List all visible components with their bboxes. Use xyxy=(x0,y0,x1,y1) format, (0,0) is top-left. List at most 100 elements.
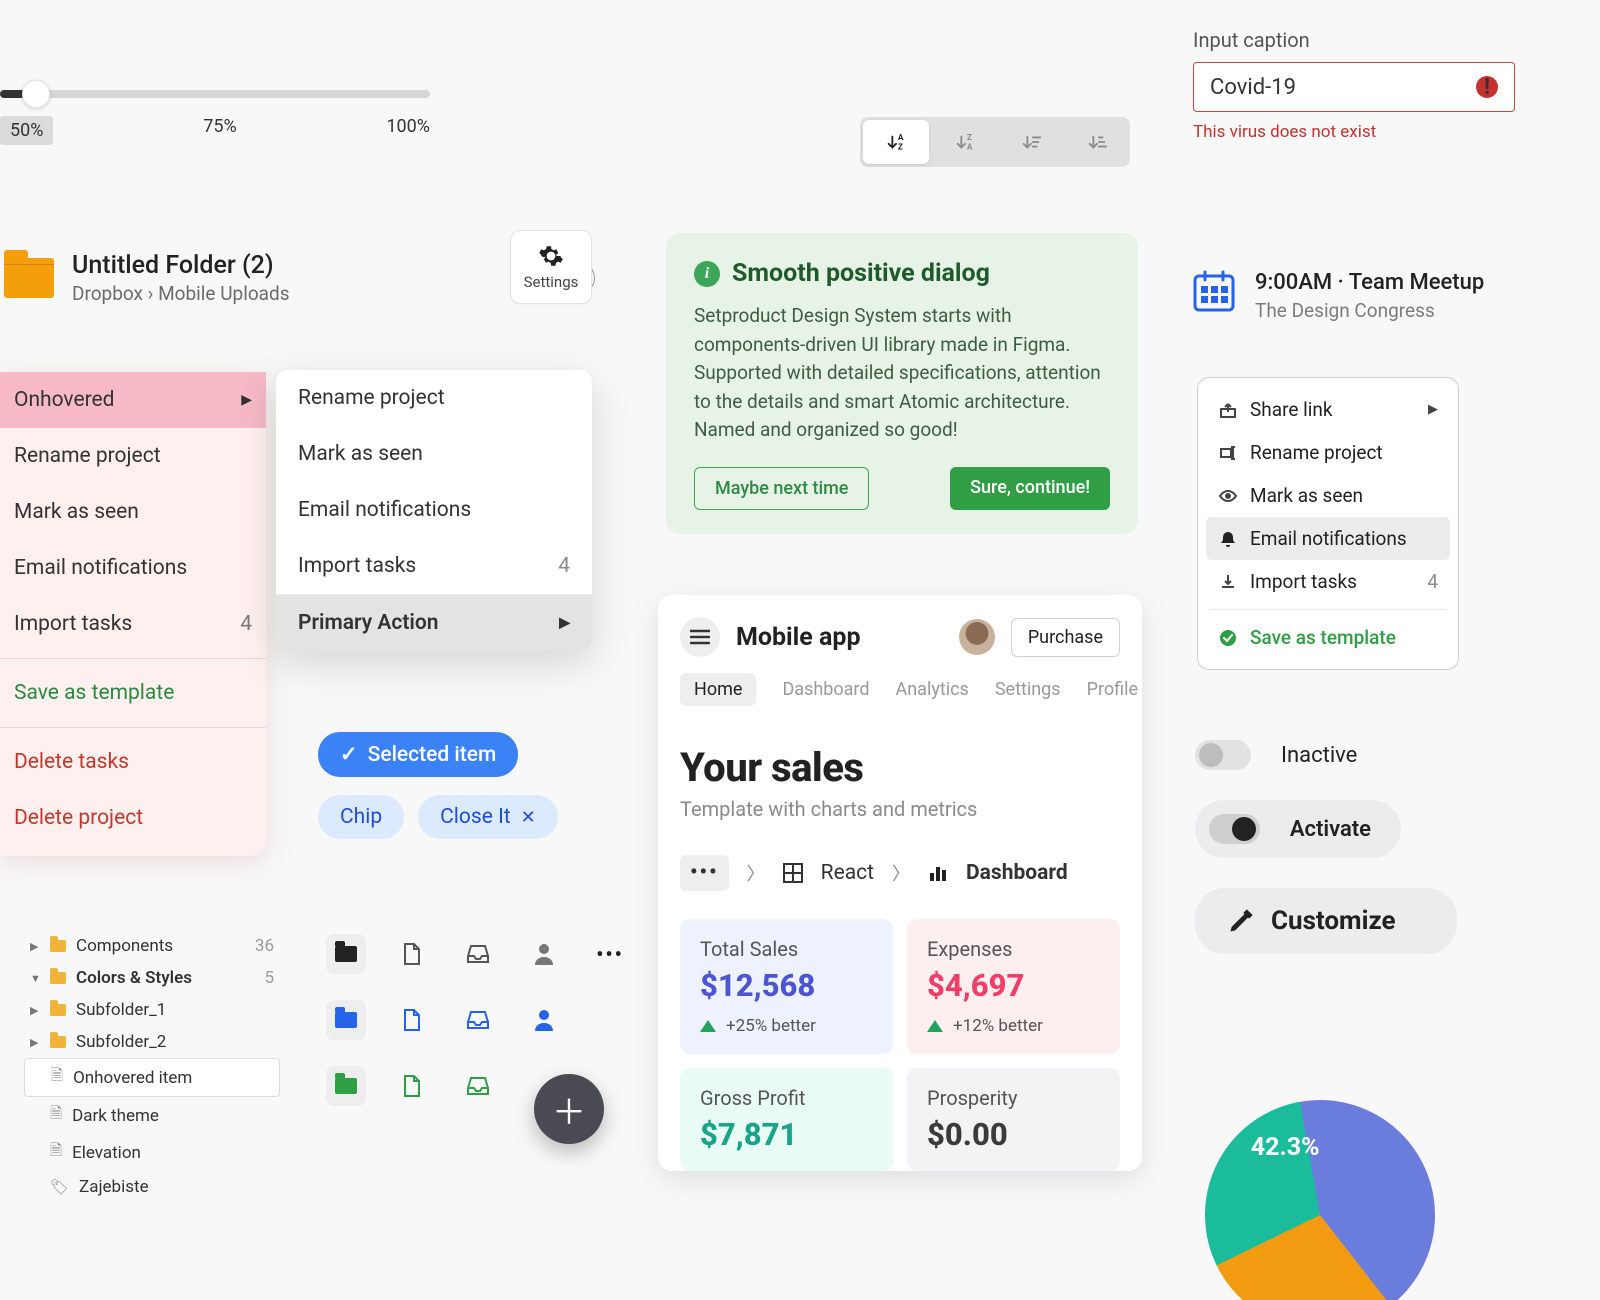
chip-basic[interactable]: Chip xyxy=(318,795,404,839)
text-input[interactable]: Covid-19 ! xyxy=(1193,62,1515,112)
switch-off-icon[interactable] xyxy=(1195,740,1251,770)
close-icon[interactable]: ✕ xyxy=(521,807,536,828)
tree-item-subfolder-2[interactable]: ▶ Subfolder_2 xyxy=(24,1026,280,1058)
menu-item-delete-project[interactable]: Delete project xyxy=(0,790,266,846)
sort-za-desc-button[interactable]: ZA xyxy=(932,117,998,167)
customize-button[interactable]: Customize xyxy=(1195,888,1457,954)
metric-gross-profit[interactable]: Gross Profit $7,871 xyxy=(680,1068,893,1171)
menu-item-primary-action[interactable]: Primary Action ▶ xyxy=(276,595,592,651)
fab-add-button[interactable]: ＋ xyxy=(534,1074,604,1144)
metric-total-sales[interactable]: Total Sales $12,568 +25% better xyxy=(680,919,893,1054)
tree-item-elevation[interactable]: 🗎 Elevation xyxy=(24,1134,280,1171)
avatar[interactable] xyxy=(959,619,995,655)
folder-icon[interactable] xyxy=(326,934,366,974)
menu-item-email[interactable]: Email notifications xyxy=(1206,517,1450,560)
toggle-activate[interactable]: Activate xyxy=(1195,800,1401,858)
tab-settings[interactable]: Settings xyxy=(995,679,1061,700)
menu-item-import[interactable]: Import tasks 4 xyxy=(1206,560,1450,603)
tab-home[interactable]: Home xyxy=(680,673,756,706)
positive-dialog: i Smooth positive dialog Setproduct Desi… xyxy=(666,233,1138,534)
folder-title: Untitled Folder (2) xyxy=(72,251,527,280)
purchase-button[interactable]: Purchase xyxy=(1011,618,1120,657)
slider-thumb[interactable] xyxy=(22,80,50,108)
menu-item-mark-seen[interactable]: Mark as seen xyxy=(276,426,592,482)
folder-icon[interactable] xyxy=(326,1000,366,1040)
tab-dashboard[interactable]: Dashboard xyxy=(782,679,869,700)
menu-item-email[interactable]: Email notifications xyxy=(0,540,266,596)
sort-size-desc-button[interactable] xyxy=(1064,117,1130,167)
menu-item-import[interactable]: Import tasks 4 xyxy=(276,538,592,594)
menu-item-label: Email notifications xyxy=(298,498,471,522)
menu-item-import[interactable]: Import tasks 4 xyxy=(0,596,266,652)
menu-item-save-template[interactable]: Save as template xyxy=(0,665,266,721)
calendar-event[interactable]: 9:00AM · Team Meetup The Design Congress xyxy=(1193,270,1484,322)
tree-item-dark-theme[interactable]: 🗎 Dark theme xyxy=(24,1097,280,1134)
sort-az-asc-button[interactable]: AZ xyxy=(863,120,929,164)
chevron-right-icon: ▶ xyxy=(559,615,570,631)
tree-item-subfolder-1[interactable]: ▶ Subfolder_1 xyxy=(24,994,280,1026)
chip-group: Selected item Chip Close It ✕ xyxy=(318,732,558,839)
metric-prosperity[interactable]: Prosperity $0.00 xyxy=(907,1068,1120,1171)
breadcrumb-item-current: Dashboard xyxy=(966,861,1068,885)
menu-item-share[interactable]: Share link ▶ xyxy=(1206,388,1450,431)
breadcrumb-item[interactable]: React xyxy=(821,861,874,885)
breadcrumb-more-icon[interactable]: ••• xyxy=(680,855,729,891)
tree-item-components[interactable]: ▶ Components 36 xyxy=(24,930,280,962)
menu-item-label: Delete project xyxy=(14,806,143,830)
dialog-primary-button[interactable]: Sure, continue! xyxy=(950,467,1110,510)
hamburger-icon[interactable] xyxy=(680,617,720,657)
tree-item-onhovered[interactable]: 🗎 Onhovered item xyxy=(24,1058,280,1097)
input-with-error: Input caption Covid-19 ! This virus does… xyxy=(1193,28,1515,142)
slider-track[interactable] xyxy=(0,90,430,98)
toggle-inactive[interactable]: Inactive xyxy=(1195,740,1457,770)
menu-divider xyxy=(0,658,266,659)
file-tree: ▶ Components 36 ▼ Colors & Styles 5 ▶ Su… xyxy=(24,930,280,1203)
tree-item-zajebiste[interactable]: 🏷 Zajebiste xyxy=(24,1171,280,1203)
file-icon[interactable] xyxy=(392,934,432,974)
inbox-icon[interactable] xyxy=(458,1000,498,1040)
menu-item-email[interactable]: Email notifications xyxy=(276,482,592,538)
tab-analytics[interactable]: Analytics xyxy=(896,679,969,700)
svg-text:Z: Z xyxy=(898,142,903,152)
more-icon[interactable]: ••• xyxy=(590,934,630,974)
menu-item-delete-tasks[interactable]: Delete tasks xyxy=(0,734,266,790)
chip-closable[interactable]: Close It ✕ xyxy=(418,795,558,839)
tree-item-label: Colors & Styles xyxy=(76,968,254,988)
folder-icon[interactable] xyxy=(326,1066,366,1106)
file-icon[interactable] xyxy=(392,1066,432,1106)
toggle-label: Inactive xyxy=(1281,743,1357,768)
settings-button[interactable]: Settings xyxy=(510,230,592,304)
menu-item-onhovered[interactable]: Onhovered ▶ xyxy=(0,372,266,428)
user-icon[interactable] xyxy=(524,1000,564,1040)
sort-size-asc-button[interactable] xyxy=(998,117,1064,167)
folder-icon xyxy=(4,258,54,298)
user-icon[interactable] xyxy=(524,934,564,974)
event-subtitle: The Design Congress xyxy=(1255,299,1484,322)
menu-item-rename[interactable]: Rename project xyxy=(0,428,266,484)
menu-item-rename[interactable]: Rename project xyxy=(276,370,592,426)
metric-label: Prosperity xyxy=(927,1086,1100,1110)
file-icon[interactable] xyxy=(392,1000,432,1040)
switch-on-icon[interactable] xyxy=(1209,814,1260,844)
folder-icon xyxy=(50,940,66,952)
menu-item-label: Primary Action xyxy=(298,611,439,635)
inbox-icon[interactable] xyxy=(458,934,498,974)
metric-expenses[interactable]: Expenses $4,697 +12% better xyxy=(907,919,1120,1054)
menu-item-save-template[interactable]: Save as template xyxy=(1206,616,1450,659)
inbox-icon[interactable] xyxy=(458,1066,498,1106)
menu-item-label: Import tasks xyxy=(1250,570,1357,593)
tab-profile[interactable]: Profile xyxy=(1087,679,1138,700)
download-icon xyxy=(1218,573,1238,591)
chip-selected[interactable]: Selected item xyxy=(318,732,518,777)
tree-item-colors[interactable]: ▼ Colors & Styles 5 xyxy=(24,962,280,994)
metric-value: $12,568 xyxy=(700,967,873,1004)
menu-item-label: Save as template xyxy=(14,681,174,705)
menu-item-mark-seen[interactable]: Mark as seen xyxy=(1206,474,1450,517)
sort-segmented-control: AZ ZA xyxy=(860,117,1130,167)
dialog-secondary-button[interactable]: Maybe next time xyxy=(694,467,869,510)
progress-slider[interactable]: 50% 75% 100% xyxy=(0,90,430,145)
menu-item-count: 4 xyxy=(1427,570,1438,593)
folder-breadcrumb: Dropbox › Mobile Uploads xyxy=(72,282,527,305)
menu-item-rename[interactable]: Rename project xyxy=(1206,431,1450,474)
menu-item-mark-seen[interactable]: Mark as seen xyxy=(0,484,266,540)
